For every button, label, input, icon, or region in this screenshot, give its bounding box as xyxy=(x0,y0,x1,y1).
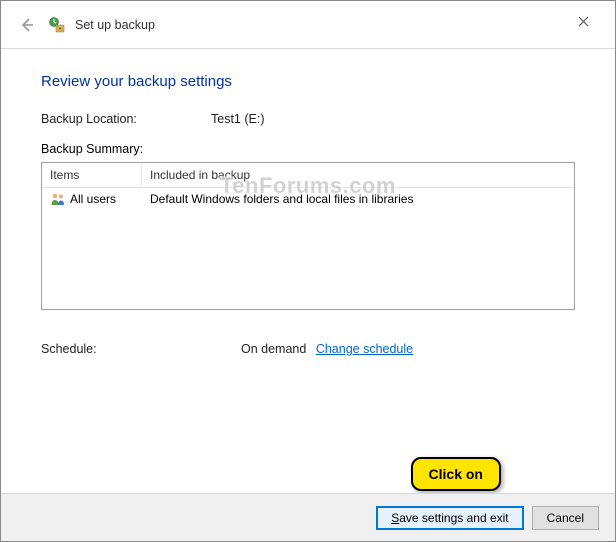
schedule-row: Schedule: On demand Change schedule xyxy=(41,342,575,356)
backup-location-label: Backup Location: xyxy=(41,112,211,126)
backup-summary-table: Items Included in backup All users Defau… xyxy=(41,162,575,310)
column-header-included[interactable]: Included in backup xyxy=(142,163,574,187)
change-schedule-link[interactable]: Change schedule xyxy=(316,342,413,356)
row-items-text: All users xyxy=(70,192,116,206)
back-arrow-icon[interactable] xyxy=(15,13,39,37)
schedule-label: Schedule: xyxy=(41,342,241,356)
window-title: Set up backup xyxy=(75,18,155,32)
titlebar: Set up backup xyxy=(1,1,615,49)
backup-wizard-icon xyxy=(47,15,67,35)
backup-location-value: Test1 (E:) xyxy=(211,112,575,126)
content-area: Review your backup settings Backup Locat… xyxy=(1,49,615,356)
schedule-value: On demand Change schedule xyxy=(241,342,575,356)
backup-location-row: Backup Location: Test1 (E:) xyxy=(41,112,575,126)
cancel-button[interactable]: Cancel xyxy=(532,506,599,530)
footer-button-bar: Save settings and exit Cancel xyxy=(1,493,615,541)
users-icon xyxy=(50,192,66,206)
column-header-items[interactable]: Items xyxy=(42,163,142,187)
backup-summary-label: Backup Summary: xyxy=(41,142,575,156)
save-settings-button[interactable]: Save settings and exit xyxy=(376,506,523,530)
row-included-text: Default Windows folders and local files … xyxy=(142,188,574,210)
annotation-callout: Click on xyxy=(411,457,501,491)
close-button[interactable] xyxy=(563,7,603,35)
page-heading: Review your backup settings xyxy=(41,73,575,90)
table-row[interactable]: All users Default Windows folders and lo… xyxy=(42,188,574,210)
table-header: Items Included in backup xyxy=(42,163,574,188)
schedule-value-text: On demand xyxy=(241,342,306,356)
